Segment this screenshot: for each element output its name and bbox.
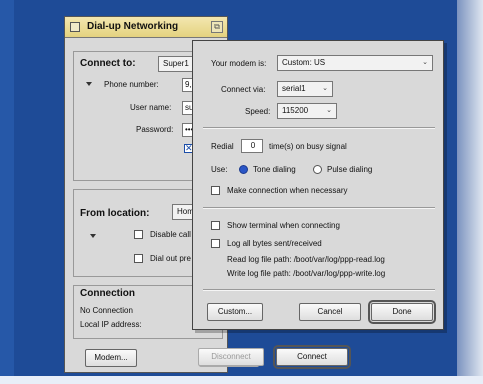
chevron-down-icon: ⌄	[422, 59, 428, 66]
local-ip-label: Local IP address:	[80, 320, 142, 329]
disclosure-triangle-icon[interactable]	[90, 234, 96, 238]
redial-field[interactable]: 0	[241, 139, 263, 153]
close-box-icon[interactable]	[70, 22, 80, 32]
modem-button[interactable]: Modem...	[85, 349, 137, 367]
desktop-edge	[0, 0, 14, 384]
redial-label: Redial	[211, 142, 234, 151]
separator	[203, 127, 435, 129]
connection-status: No Connection	[80, 306, 133, 315]
log-bytes-checkbox[interactable]	[211, 239, 220, 248]
dial-out-prefix-checkbox[interactable]	[134, 254, 143, 263]
custom-button[interactable]: Custom...	[207, 303, 263, 321]
pulse-dialing-label: Pulse dialing	[327, 165, 373, 174]
separator	[203, 289, 435, 291]
use-label: Use:	[211, 165, 228, 174]
disable-call-waiting-label: Disable call	[150, 230, 191, 239]
connect-to-label: Connect to:	[80, 58, 136, 69]
window-titlebar[interactable]: Dial-up Networking ⧉	[65, 17, 227, 38]
connect-to-value: Super1	[163, 59, 189, 68]
chevron-down-icon: ⌄	[322, 85, 328, 92]
modem-settings-dialog: Your modem is: Custom: US ⌄ Connect via:…	[192, 40, 444, 330]
disable-call-waiting-checkbox[interactable]	[134, 230, 143, 239]
show-terminal-label: Show terminal when connecting	[227, 221, 340, 230]
pulse-dialing-radio[interactable]	[313, 165, 322, 174]
desktop-right-margin	[457, 0, 483, 384]
log-bytes-label: Log all bytes sent/received	[227, 239, 322, 248]
phone-number-label: Phone number:	[104, 80, 159, 89]
connect-via-label: Connect via:	[221, 85, 266, 94]
separator	[203, 207, 435, 209]
disclosure-triangle-icon[interactable]	[86, 82, 92, 86]
dial-out-prefix-label: Dial out pre	[150, 254, 191, 263]
read-log-path: Read log file path: /boot/var/log/ppp-re…	[227, 255, 385, 264]
chevron-down-icon: ⌄	[326, 107, 332, 114]
show-terminal-checkbox[interactable]	[211, 221, 220, 230]
modem-value: Custom: US	[282, 58, 326, 67]
connection-title: Connection	[80, 288, 135, 299]
zoom-box-icon[interactable]: ⧉	[211, 21, 223, 33]
connect-via-popup[interactable]: serial1 ⌄	[277, 81, 333, 97]
cancel-button[interactable]: Cancel	[299, 303, 361, 321]
make-connection-label: Make connection when necessary	[227, 186, 348, 195]
modem-label: Your modem is:	[211, 59, 267, 68]
redial-suffix: time(s) on busy signal	[269, 142, 347, 151]
window-title: Dial-up Networking	[87, 21, 179, 32]
page-bottom-margin	[0, 376, 483, 384]
username-label: User name:	[130, 103, 172, 112]
write-log-path: Write log file path: /boot/var/log/ppp-w…	[227, 269, 386, 278]
done-button[interactable]: Done	[368, 300, 436, 324]
make-connection-checkbox[interactable]	[211, 186, 220, 195]
tone-dialing-label: Tone dialing	[253, 165, 296, 174]
speed-popup[interactable]: 115200 ⌄	[277, 103, 337, 119]
from-location-label: From location:	[80, 208, 150, 219]
speed-label: Speed:	[245, 107, 271, 116]
connect-via-value: serial1	[282, 84, 306, 93]
password-label: Password:	[136, 125, 174, 134]
disconnect-button-visible[interactable]: Disconnect	[198, 348, 264, 366]
tone-dialing-radio[interactable]	[239, 165, 248, 174]
speed-value: 115200	[282, 106, 309, 115]
modem-popup[interactable]: Custom: US ⌄	[277, 55, 433, 71]
connect-button[interactable]: Connect	[273, 345, 351, 369]
